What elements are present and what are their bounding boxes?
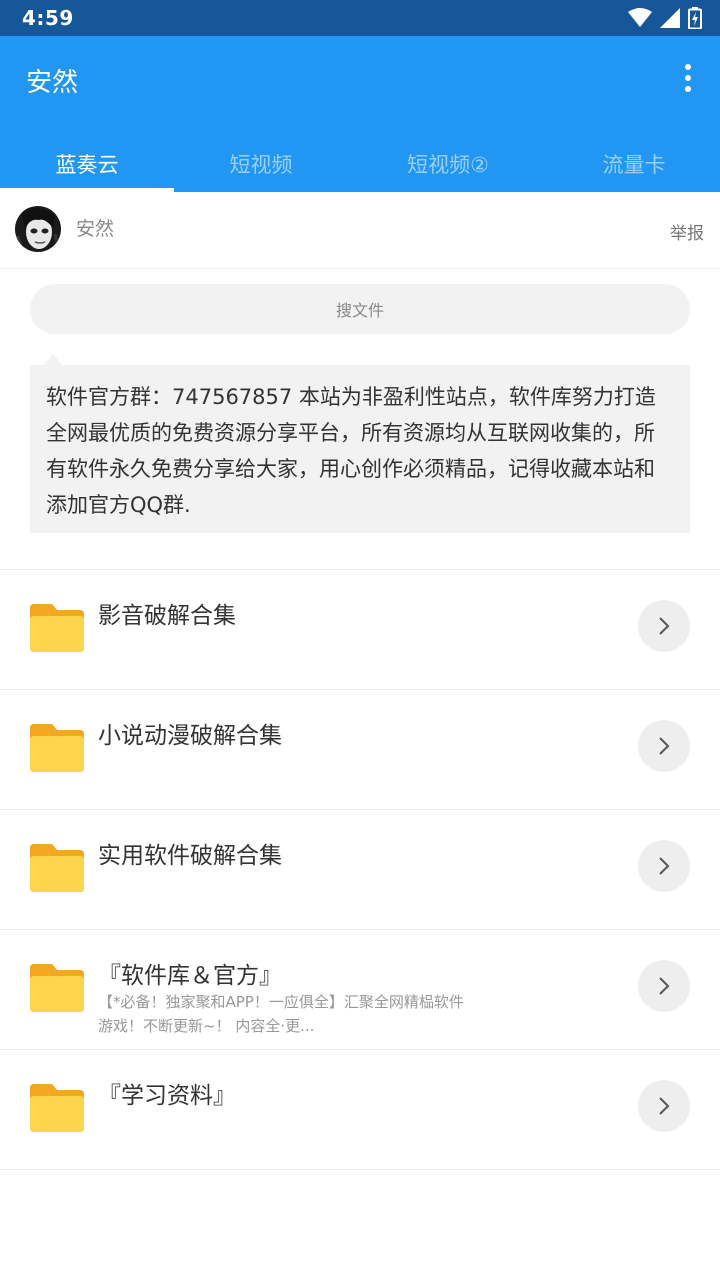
report-button[interactable]: 举报 <box>670 219 704 244</box>
folder-icon <box>30 844 84 892</box>
folder-title: 『软件库＆官方』 <box>98 963 282 989</box>
folder-item[interactable]: 影音破解合集 <box>0 570 720 690</box>
folder-icon <box>30 724 84 772</box>
tab-data-card[interactable]: 流量卡 <box>548 136 720 192</box>
folder-item[interactable]: 『学习资料』 <box>0 1050 720 1170</box>
app-title: 安然 <box>26 68 79 98</box>
search-placeholder: 搜文件 <box>335 301 384 320</box>
battery-charging-icon <box>688 7 702 29</box>
tab-bar: 蓝奏云 短视频 短视频② 流量卡 <box>0 136 720 192</box>
status-time: 4:59 <box>22 6 74 30</box>
tab-short-video-2[interactable]: 短视频② <box>348 136 548 192</box>
folder-title: 实用软件破解合集 <box>98 843 282 869</box>
notice-text: 软件官方群：747567857 本站为非盈利性站点，软件库努力打造全网最优质的免… <box>30 365 690 533</box>
folder-title: 小说动漫破解合集 <box>98 723 282 749</box>
avatar[interactable] <box>15 206 61 252</box>
folder-description: 【*必备！独家聚和APP！一应俱全】汇聚全网精榀软件 游戏！不断更新~！ 内容全… <box>98 993 464 1035</box>
status-icons <box>628 6 702 30</box>
folder-title: 『学习资料』 <box>98 1083 236 1109</box>
folder-item[interactable]: 『软件库＆官方』 【*必备！独家聚和APP！一应俱全】汇聚全网精榀软件 游戏！不… <box>0 930 720 1050</box>
chevron-right-icon[interactable] <box>638 720 690 772</box>
profile-name: 安然 <box>76 218 115 240</box>
folder-item[interactable]: 实用软件破解合集 <box>0 810 720 930</box>
chevron-right-icon[interactable] <box>638 960 690 1012</box>
folder-icon <box>30 1084 84 1132</box>
folder-icon <box>30 604 84 652</box>
list-divider <box>0 1169 720 1170</box>
tab-short-video[interactable]: 短视频 <box>174 136 348 192</box>
app-bar: 安然 蓝奏云 短视频 短视频② 流量卡 <box>0 36 720 192</box>
folder-icon <box>30 964 84 1012</box>
status-bar: 4:59 <box>0 0 720 36</box>
search-input[interactable]: 搜文件 <box>30 284 690 334</box>
tab-lanzouyun[interactable]: 蓝奏云 <box>0 136 174 192</box>
wifi-icon <box>628 8 652 27</box>
chevron-right-icon[interactable] <box>638 600 690 652</box>
chevron-right-icon[interactable] <box>638 1080 690 1132</box>
folder-title: 影音破解合集 <box>98 603 236 629</box>
chevron-right-icon[interactable] <box>638 840 690 892</box>
folder-item[interactable]: 小说动漫破解合集 <box>0 690 720 810</box>
more-vert-icon[interactable] <box>684 64 692 92</box>
profile-row: 安然 举报 <box>0 192 720 269</box>
signal-icon <box>660 8 680 28</box>
notice-pointer <box>44 354 62 365</box>
